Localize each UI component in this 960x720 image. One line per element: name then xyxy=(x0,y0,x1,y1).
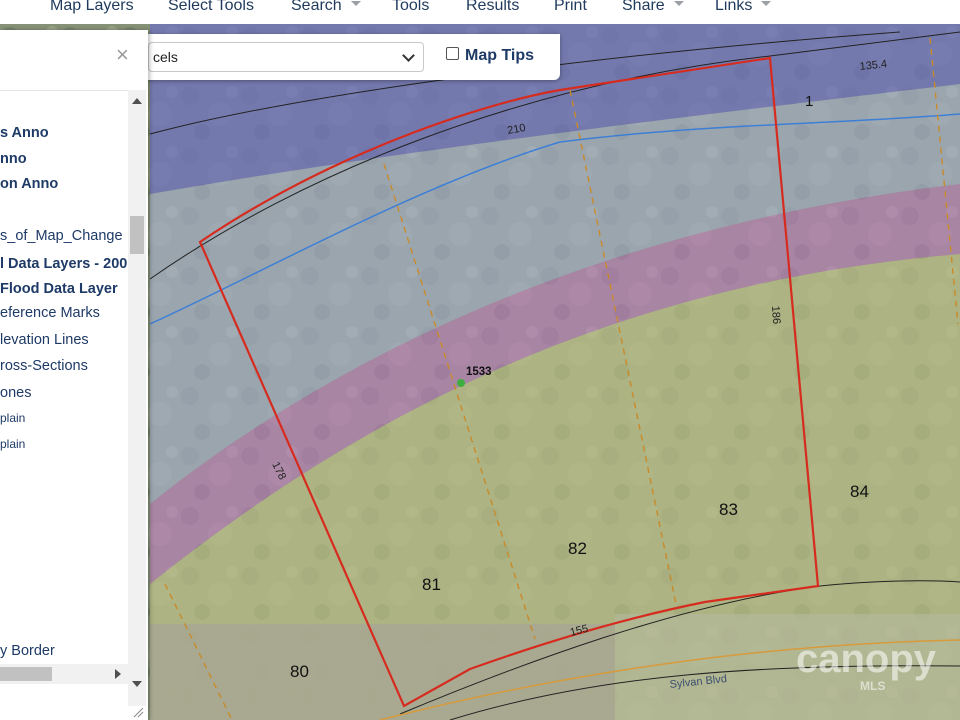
nav-map-layers-label: Map Layers xyxy=(50,0,134,14)
caret-down-icon xyxy=(761,1,772,7)
layer-list: s Anno nno on Anno s_of_Map_Change l Dat… xyxy=(0,90,146,707)
lot-label: 83 xyxy=(719,500,738,519)
layer-toolbar: cels Map Tips xyxy=(130,34,560,80)
nav-share[interactable]: Share xyxy=(622,0,684,15)
nav-links-label: Links xyxy=(715,0,753,14)
nav-tools[interactable]: Tools xyxy=(392,0,429,15)
address-label: 1533 xyxy=(466,366,492,378)
layer-list-item[interactable]: Flood Data Layer xyxy=(0,281,118,297)
scrollbar-thumb[interactable] xyxy=(130,216,144,254)
nav-print-label: Print xyxy=(554,0,587,14)
layer-list-item[interactable]: ross-Sections xyxy=(0,358,88,374)
layer-list-item[interactable]: on Anno xyxy=(0,176,58,192)
lot-label: 1 xyxy=(805,93,813,110)
dimension-label: 186 xyxy=(769,305,782,324)
watermark-sub: MLS xyxy=(860,679,885,693)
nav-results[interactable]: Results xyxy=(466,0,519,15)
map-tips-toggle[interactable]: Map Tips xyxy=(446,47,534,65)
chevron-down-icon xyxy=(402,49,415,62)
nav-results-label: Results xyxy=(466,0,520,14)
map-tips-label: Map Tips xyxy=(465,47,535,64)
close-icon[interactable]: × xyxy=(116,44,129,66)
address-point-marker[interactable] xyxy=(457,379,465,387)
cleared-ground xyxy=(150,624,615,720)
layer-list-item[interactable]: plain xyxy=(0,437,25,451)
layer-select[interactable]: cels xyxy=(148,42,424,72)
layer-panel: × s Anno nno on Anno s_of_Map_Change l D… xyxy=(0,30,148,720)
nav-tools-label: Tools xyxy=(392,0,430,14)
nav-share-label: Share xyxy=(622,0,665,14)
layer-list-item[interactable]: ones xyxy=(0,385,31,401)
top-nav-bar: Map Layers Select Tools Search Tools Res… xyxy=(0,0,960,24)
map-tips-checkbox[interactable] xyxy=(446,47,459,61)
nav-print[interactable]: Print xyxy=(554,0,587,15)
lot-label: 80 xyxy=(290,662,309,681)
layer-list-item[interactable]: plain xyxy=(0,411,25,425)
nav-map-layers[interactable]: Map Layers xyxy=(50,0,134,15)
vertical-scrollbar[interactable] xyxy=(128,90,146,706)
lot-label: 81 xyxy=(422,575,441,594)
nav-search-label: Search xyxy=(291,0,342,14)
layer-list-item[interactable]: s_of_Map_Change xyxy=(0,228,123,244)
canopy-mls-watermark: canopy MLS xyxy=(796,630,956,699)
nav-links[interactable]: Links xyxy=(715,0,772,15)
layer-list-item[interactable]: y Border xyxy=(0,643,55,659)
scroll-down-arrow-icon[interactable] xyxy=(132,681,142,687)
scroll-up-arrow-icon[interactable] xyxy=(132,98,142,104)
lot-label: 82 xyxy=(568,539,587,558)
resize-grip-icon[interactable] xyxy=(132,706,144,718)
lot-label: 84 xyxy=(850,482,869,501)
scroll-right-arrow-icon[interactable] xyxy=(115,669,121,679)
layer-list-item[interactable]: l Data Layers - 200 xyxy=(0,256,127,272)
watermark-text: canopy xyxy=(796,637,937,681)
layer-list-item[interactable]: levation Lines xyxy=(0,332,89,348)
nav-select-tools-label: Select Tools xyxy=(168,0,254,14)
layer-list-item[interactable]: s Anno xyxy=(0,125,49,141)
caret-down-icon xyxy=(350,1,361,7)
nav-select-tools[interactable]: Select Tools xyxy=(168,0,254,15)
nav-search[interactable]: Search xyxy=(291,0,361,15)
layer-list-item[interactable]: eference Marks xyxy=(0,305,100,321)
layer-select-value: cels xyxy=(153,49,178,65)
layer-list-item[interactable]: nno xyxy=(0,151,27,167)
caret-down-icon xyxy=(673,1,684,7)
scrollbar-thumb[interactable] xyxy=(0,667,52,681)
horizontal-scrollbar[interactable] xyxy=(0,664,128,684)
